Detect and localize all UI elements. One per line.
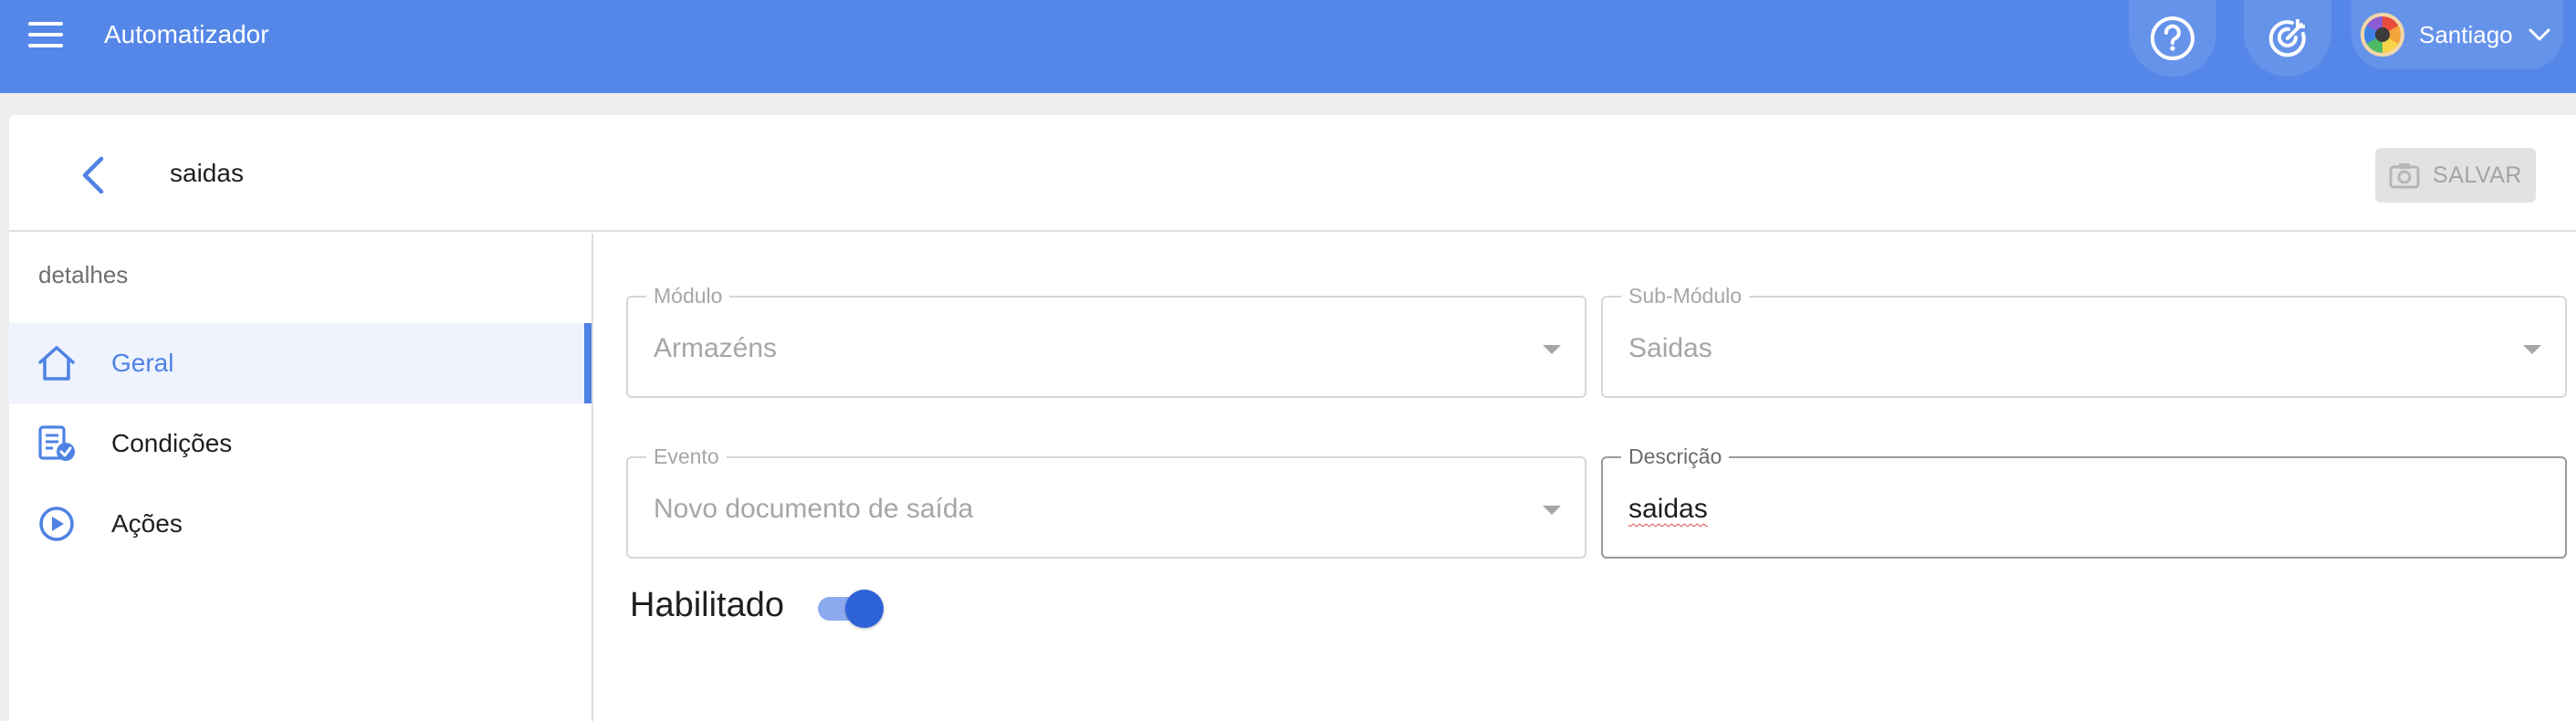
submodulo-label: Sub-Módulo: [1621, 283, 1750, 308]
home-icon: [37, 343, 77, 383]
sidebar-heading: detalhes: [38, 261, 129, 288]
play-circle-icon: [37, 504, 77, 544]
record-title: saidas: [170, 159, 244, 187]
modulo-label: Módulo: [646, 283, 730, 308]
sidebar-item-label: Condições: [111, 429, 233, 457]
details-sidebar: detalhes Geral Condições Ações: [9, 234, 593, 721]
save-button-label: SALVAR: [2433, 162, 2522, 188]
avatar: [2361, 13, 2404, 57]
user-name: Santiago: [2419, 20, 2513, 48]
evento-select[interactable]: Evento Novo documento de saída: [626, 444, 1586, 559]
evento-value: Novo documento de saída: [654, 494, 974, 524]
help-button[interactable]: [2129, 0, 2216, 77]
app-title: Automatizador: [104, 20, 269, 48]
sidebar-item-condicoes[interactable]: Condições: [9, 403, 592, 484]
dropdown-caret-icon: [1543, 345, 1561, 354]
card-header: saidas SALVAR: [9, 115, 2576, 232]
toggle-thumb[interactable]: [845, 590, 884, 628]
submodulo-select[interactable]: Sub-Módulo Saidas: [1601, 283, 2567, 398]
habilitado-label: Habilitado: [630, 586, 784, 624]
record-card: saidas SALVAR detalhes Geral Condições A…: [9, 115, 2576, 721]
sidebar-item-label: Geral: [111, 349, 174, 377]
sidebar-item-acoes[interactable]: Ações: [9, 484, 592, 564]
submodulo-value: Saidas: [1628, 333, 1712, 363]
hamburger-menu-icon[interactable]: [26, 18, 66, 51]
target-button[interactable]: [2244, 0, 2331, 77]
save-button[interactable]: SALVAR: [2375, 148, 2536, 203]
app-bar: Automatizador Santiago: [0, 0, 2576, 93]
evento-label: Evento: [646, 444, 727, 469]
chevron-left-icon: [82, 156, 104, 194]
sidebar-item-geral[interactable]: Geral: [9, 323, 592, 403]
dropdown-caret-icon: [1543, 506, 1561, 515]
back-button[interactable]: [68, 150, 119, 201]
help-circle-icon: [2151, 16, 2194, 60]
user-menu[interactable]: Santiago: [2351, 0, 2563, 69]
modulo-select[interactable]: Módulo Armazéns: [626, 283, 1586, 398]
habilitado-toggle[interactable]: [818, 590, 887, 628]
descricao-label: Descrição: [1621, 444, 1730, 469]
target-icon: [2268, 19, 2306, 57]
camera-icon: [2389, 163, 2420, 189]
descricao-field[interactable]: Descrição saidas: [1601, 444, 2567, 559]
checklist-icon: [37, 423, 77, 464]
modulo-value: Armazéns: [654, 333, 778, 363]
chevron-down-icon: [2529, 28, 2550, 41]
sidebar-item-label: Ações: [111, 509, 183, 538]
descricao-input[interactable]: saidas: [1628, 491, 1708, 528]
dropdown-caret-icon: [2523, 345, 2541, 354]
